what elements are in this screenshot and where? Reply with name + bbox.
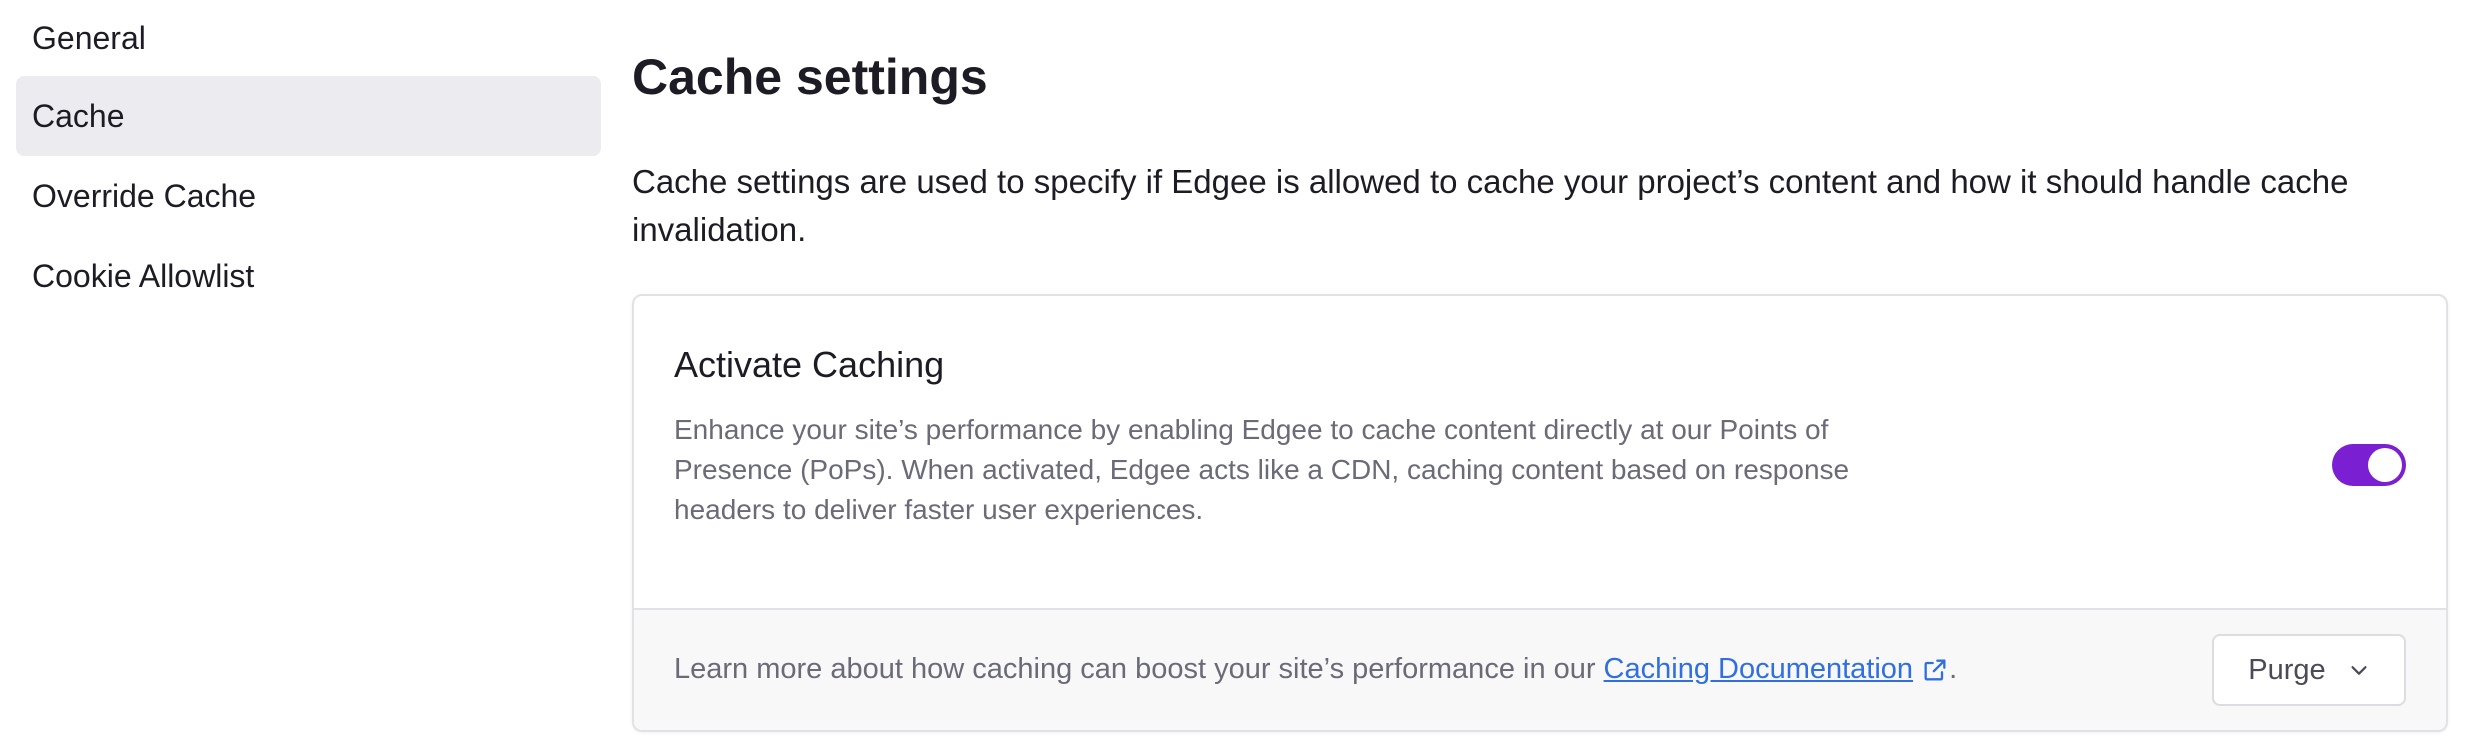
external-link-icon (1924, 659, 1946, 680)
toggle-knob (2368, 448, 2402, 482)
sidebar-item-label: Cache (32, 97, 125, 134)
activate-caching-toggle[interactable] (2332, 444, 2406, 486)
link-label: Caching Documentation (1603, 653, 1914, 685)
sidebar-item-label: Cookie Allowlist (32, 257, 255, 294)
footer-text: Learn more about how caching can boost y… (674, 653, 1957, 686)
purge-dropdown-button[interactable]: Purge (2212, 634, 2406, 706)
activate-caching-card: Activate Caching Enhance your site’s per… (632, 294, 2448, 732)
sidebar-item-label: General (32, 19, 146, 56)
sidebar-item-cache[interactable]: Cache (16, 76, 601, 156)
card-description: Enhance your site’s performance by enabl… (674, 414, 1850, 525)
purge-label: Purge (2248, 653, 2326, 686)
sidebar-item-general[interactable]: General (16, 0, 601, 76)
page-title: Cache settings (632, 49, 988, 105)
footer-message: Learn more about how caching can boost y… (674, 653, 1596, 685)
chevron-down-icon (2351, 666, 2367, 675)
page-description: Cache settings are used to specify if Ed… (632, 163, 2349, 248)
caching-documentation-link[interactable]: Caching Documentation (1604, 653, 1950, 686)
sidebar-item-label: Override Cache (32, 177, 257, 214)
card-title: Activate Caching (674, 344, 945, 385)
sidebar-item-override-cache[interactable]: Override Cache (16, 156, 601, 236)
card-body: Activate Caching Enhance your site’s per… (634, 296, 2446, 608)
settings-sidebar: General Cache Override Cache Cookie Allo… (16, 0, 601, 316)
footer-suffix: . (1949, 653, 1958, 685)
sidebar-item-cookie-allowlist[interactable]: Cookie Allowlist (16, 236, 601, 316)
card-footer: Learn more about how caching can boost y… (634, 608, 2446, 730)
